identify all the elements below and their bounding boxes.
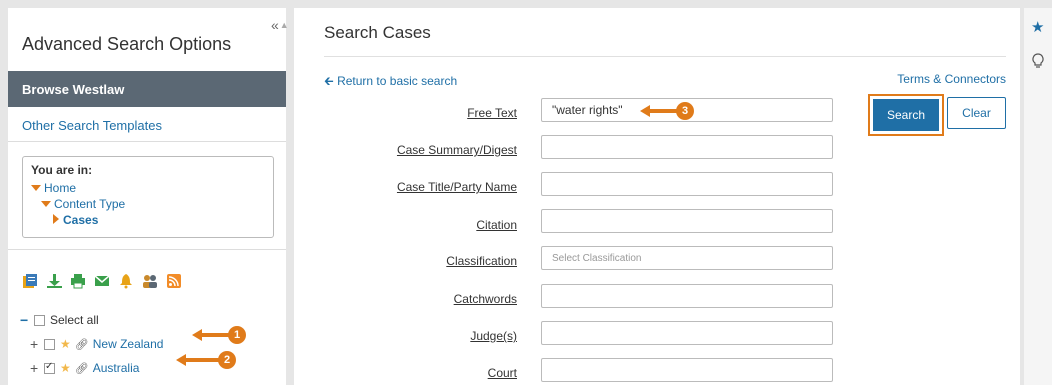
you-are-in-box: You are in: Home Content Type Cases [22,156,274,238]
callout-3: 3 [640,102,694,120]
case-summary-label[interactable]: Case Summary/Digest [397,143,517,157]
callout-1: 1 [192,326,246,344]
new-zealand-checkbox[interactable] [44,338,55,350]
catchwords-input[interactable] [541,284,833,308]
expand-plus-icon[interactable]: + [30,336,44,352]
caret-up-icon: ▲ [279,20,289,30]
search-button-highlight: Search [868,94,944,136]
classification-select[interactable]: Select Classification [541,246,833,270]
favorite-star-icon[interactable]: ★ [60,361,71,375]
right-rail: ★ [1024,8,1052,385]
alert-bell-icon[interactable] [118,273,134,289]
select-all-checkbox[interactable] [34,314,45,326]
double-chevron-left-icon: « [271,17,279,33]
sidebar-title: Advanced Search Options [22,34,232,54]
citation-label[interactable]: Citation [476,218,517,232]
clear-button[interactable]: Clear [947,97,1006,129]
catchwords-label[interactable]: Catchwords [454,292,517,306]
callout-badge: 3 [676,102,694,120]
jurisdiction-tree: − Select all + ★ 🔗︎ New Zealand + ★ 🔗︎ A… [20,308,163,380]
australia-link[interactable]: Australia [93,361,140,375]
jurisdiction-row-australia: + ★ 🔗︎ Australia [20,356,163,380]
browse-westlaw-item[interactable]: Browse Westlaw [8,71,286,107]
crumb-cases[interactable]: Cases [31,212,265,228]
favorites-star-icon[interactable]: ★ [1031,18,1044,36]
arrow-left-icon [176,354,186,366]
divider [324,56,1006,57]
arrow-left-icon [192,329,202,341]
favorite-star-icon[interactable]: ★ [60,337,71,351]
court-label[interactable]: Court [488,366,517,380]
judges-input[interactable] [541,321,833,345]
rss-icon[interactable] [166,273,182,289]
link-icon: 🔗︎ [74,362,89,375]
page-title: Search Cases [324,23,431,42]
crumb-home[interactable]: Home [31,180,265,196]
return-to-basic-search-link[interactable]: 🡰 Return to basic search [324,72,457,93]
australia-checkbox[interactable] [44,361,55,374]
jurisdiction-row-new-zealand: + ★ 🔗︎ New Zealand [20,332,163,356]
lightbulb-icon[interactable] [1032,53,1044,69]
callout-2: 2 [176,351,236,369]
app-frame: Advanced Search Options «▲ Browse Westla… [0,0,1052,385]
collapse-sidebar-button[interactable]: «▲ [271,17,289,33]
callout-badge: 1 [228,326,246,344]
collapsed-triangle-icon [53,214,59,224]
expanded-triangle-icon [31,185,41,191]
divider [8,249,286,250]
divider [8,141,286,142]
download-icon[interactable] [46,273,62,289]
callout-badge: 2 [218,351,236,369]
expanded-triangle-icon [41,201,51,207]
you-are-in-label: You are in: [31,163,93,177]
email-icon[interactable] [94,273,110,289]
print-icon[interactable] [70,273,86,289]
expand-plus-icon[interactable]: + [30,360,44,376]
share-users-icon[interactable] [142,273,158,289]
classification-label[interactable]: Classification [446,254,517,268]
other-search-templates-link[interactable]: Other Search Templates [22,118,162,133]
collapse-minus-icon[interactable]: − [20,312,34,328]
new-zealand-link[interactable]: New Zealand [93,337,164,351]
arrow-left-icon [640,105,650,117]
search-cases-panel: Search Cases 🡰 Return to basic search Te… [294,8,1020,385]
search-button[interactable]: Search [873,99,939,131]
case-summary-input[interactable] [541,135,833,159]
select-all-label: Select all [50,313,99,327]
citation-input[interactable] [541,209,833,233]
arrow-left-icon: 🡰 [324,74,334,88]
tools-toolbar [22,273,182,289]
folder-icon[interactable] [22,273,38,289]
court-input[interactable] [541,358,833,382]
free-text-label[interactable]: Free Text [467,106,517,120]
judges-label[interactable]: Judge(s) [470,329,517,343]
link-icon: 🔗︎ [74,338,89,351]
case-title-input[interactable] [541,172,833,196]
case-title-label[interactable]: Case Title/Party Name [397,180,517,194]
terms-connectors-link[interactable]: Terms & Connectors [897,72,1006,86]
crumb-content-type[interactable]: Content Type [31,196,265,212]
select-all-row: − Select all [20,308,163,332]
